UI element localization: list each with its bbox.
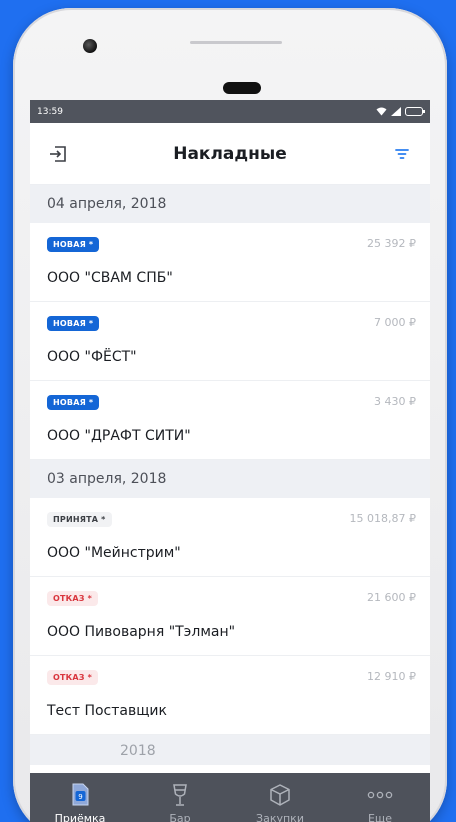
invoice-row[interactable]: НОВАЯ * 3 430 ₽ ООО "ДРАФТ СИТИ" (30, 381, 430, 460)
date-section-header: 04 апреля, 2018 (30, 185, 430, 223)
date-section-header: 03 апреля, 2018 (30, 460, 430, 498)
more-icon (367, 782, 393, 808)
tab-more[interactable]: Еще (330, 773, 430, 822)
status-bar: 13:59 (30, 100, 430, 123)
invoice-list: 04 апреля, 2018 НОВАЯ * 25 392 ₽ ООО "СВ… (30, 185, 430, 765)
supplier-name: ООО "ДРАФТ СИТИ" (47, 428, 191, 444)
logout-icon[interactable] (46, 142, 70, 166)
header: Накладные (30, 123, 430, 185)
tab-label: Приёмка (54, 812, 106, 822)
supplier-name: ООО Пивоварня "Тэлман" (47, 624, 236, 640)
invoice-amount: 15 018,87 ₽ (349, 512, 416, 525)
supplier-name: ООО "СВАМ СПБ" (47, 270, 173, 286)
status-badge: НОВАЯ * (47, 395, 100, 410)
status-badge: ПРИНЯТА * (47, 512, 112, 527)
filter-icon[interactable] (390, 142, 414, 166)
invoice-row[interactable]: НОВАЯ * 7 000 ₽ ООО "ФЁСТ" (30, 302, 430, 381)
tab-label: Еще (367, 812, 393, 822)
supplier-name: ООО "Мейнстрим" (47, 545, 181, 561)
invoice-amount: 25 392 ₽ (367, 237, 416, 250)
screen: 13:59 Накладные 04 апреля, 2018 НОВАЯ * … (30, 100, 430, 822)
date-section-header-partial: 2018 (30, 735, 430, 765)
supplier-name: ООО "ФЁСТ" (47, 349, 137, 365)
invoice-amount: 7 000 ₽ (374, 316, 416, 329)
tab-label: Бар (169, 812, 191, 822)
invoice-row[interactable]: ОТКАЗ * 12 910 ₽ Тест Поставщик (30, 656, 430, 735)
wifi-icon (376, 107, 387, 116)
invoice-amount: 12 910 ₽ (367, 670, 416, 683)
phone-frame: 13:59 Накладные 04 апреля, 2018 НОВАЯ * … (13, 8, 447, 822)
status-badge: НОВАЯ * (47, 316, 100, 331)
status-badge: ОТКАЗ * (47, 591, 99, 606)
page-title: Накладные (173, 143, 287, 164)
invoice-amount: 21 600 ₽ (367, 591, 416, 604)
status-badge: ОТКАЗ * (47, 670, 99, 685)
tab-priemka[interactable]: 9 Приёмка (30, 773, 130, 822)
invoice-row[interactable]: ОТКАЗ * 21 600 ₽ ООО Пивоварня "Тэлман" (30, 577, 430, 656)
glass-icon (171, 782, 189, 808)
status-time: 13:59 (37, 106, 63, 117)
tab-bar-drinks[interactable]: Бар (130, 773, 230, 822)
box-icon (269, 782, 291, 808)
invoice-amount: 3 430 ₽ (374, 395, 416, 408)
supplier-name: Тест Поставщик (47, 703, 167, 719)
tab-label: Закупки (256, 812, 304, 822)
invoice-icon: 9 (69, 782, 91, 808)
invoice-row[interactable]: НОВАЯ * 25 392 ₽ ООО "СВАМ СПБ" (30, 223, 430, 302)
signal-icon (391, 107, 401, 116)
speaker (223, 82, 261, 94)
invoice-row[interactable]: ПРИНЯТА * 15 018,87 ₽ ООО "Мейнстрим" (30, 498, 430, 577)
camera-icon (83, 39, 97, 53)
svg-text:9: 9 (78, 793, 82, 801)
sensor (190, 41, 282, 44)
battery-icon (405, 107, 425, 116)
tab-bar: 9 Приёмка Бар Закупки Еще (30, 773, 430, 822)
tab-zakupki[interactable]: Закупки (230, 773, 330, 822)
status-icons (376, 107, 425, 116)
status-badge: НОВАЯ * (47, 237, 100, 252)
